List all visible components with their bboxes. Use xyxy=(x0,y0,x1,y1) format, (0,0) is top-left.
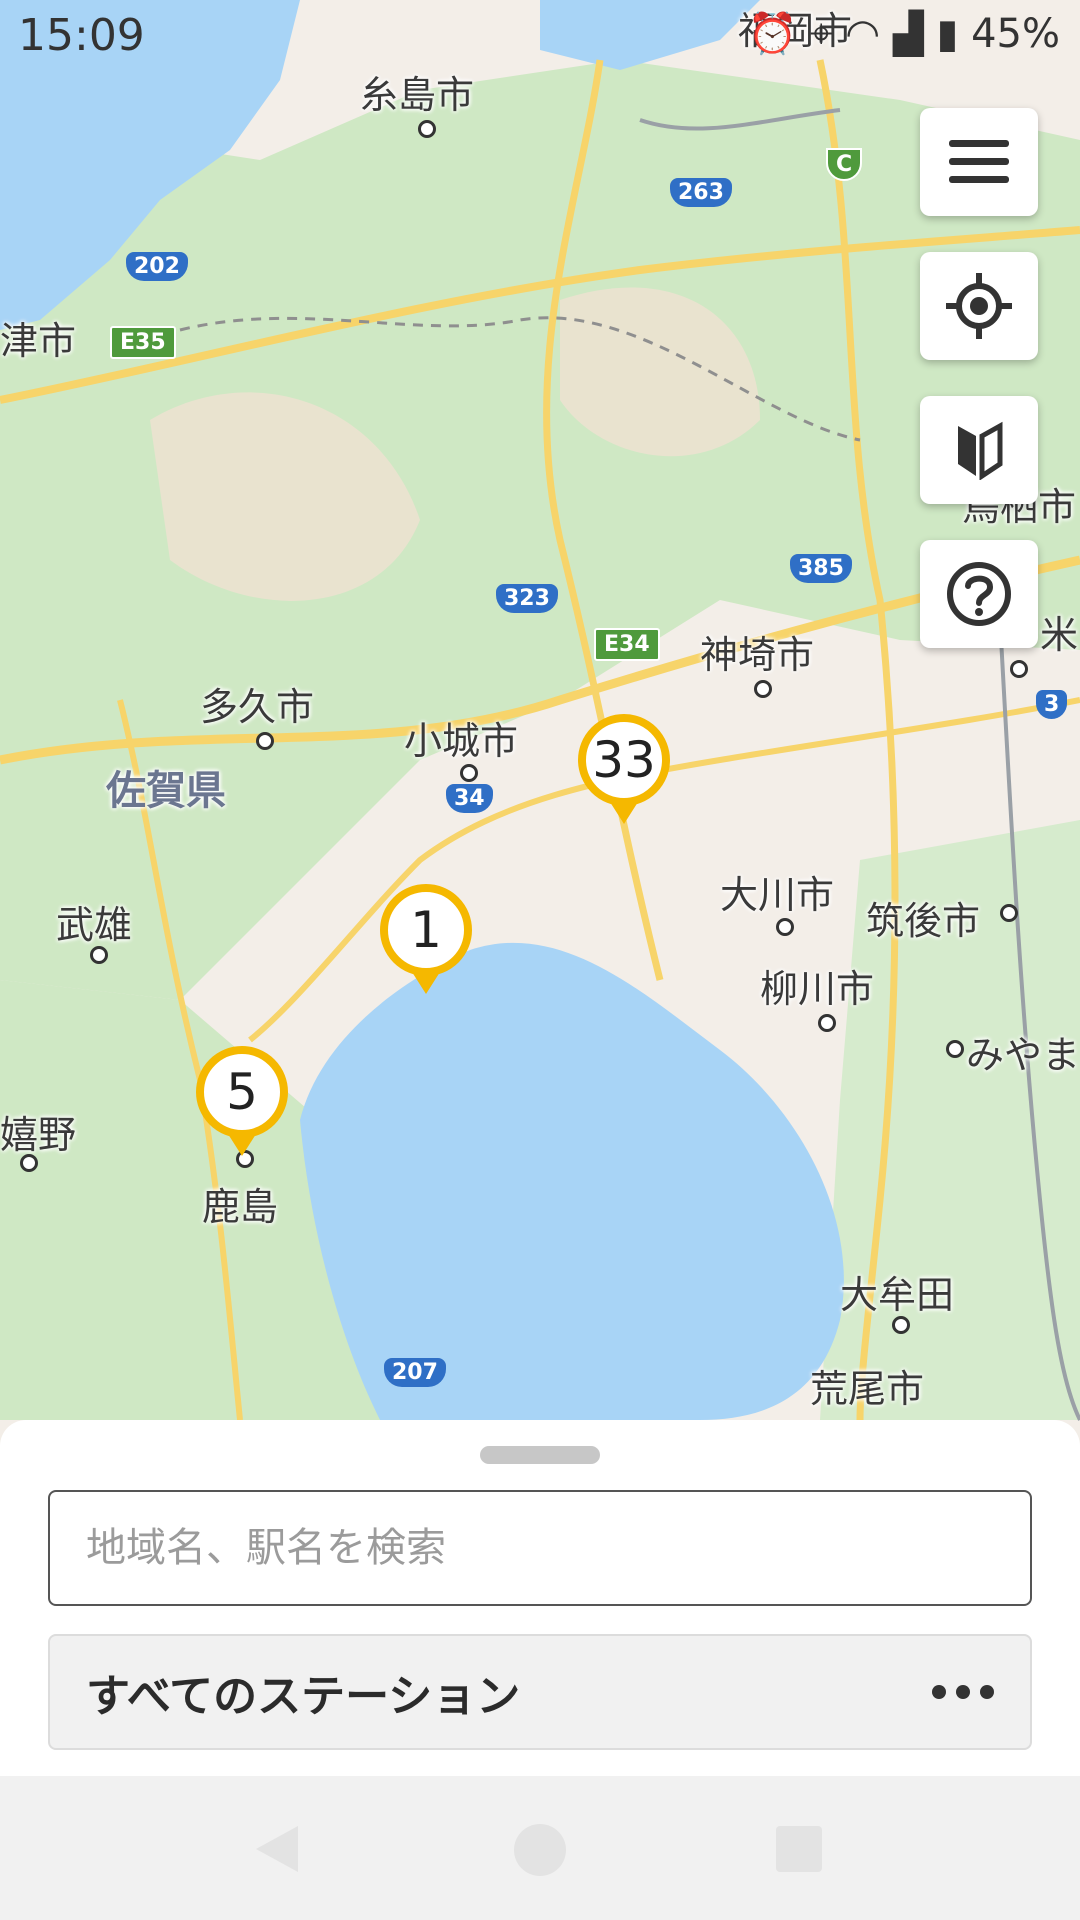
city-label-tsushi: 津市 xyxy=(0,319,77,363)
route-shield: 202 xyxy=(126,252,188,281)
city-label-kurume-fragment: 米 xyxy=(1040,613,1079,657)
city-dot xyxy=(90,946,108,964)
sheet-drag-handle[interactable] xyxy=(480,1446,600,1464)
city-dot xyxy=(1000,904,1018,922)
city-dot xyxy=(418,120,436,138)
city-dot xyxy=(776,918,794,936)
search-input[interactable] xyxy=(84,1524,1030,1572)
city-dot xyxy=(754,680,772,698)
menu-icon xyxy=(949,140,1009,183)
city-label-omuta: 大牟田 xyxy=(840,1273,955,1317)
city-label-arao: 荒尾市 xyxy=(810,1367,925,1411)
city-label-okawa: 大川市 xyxy=(720,873,835,917)
route-shield: 385 xyxy=(790,554,852,583)
wifi-icon: ◠ xyxy=(845,11,881,57)
map-base-layer xyxy=(0,0,1080,1421)
city-dot xyxy=(20,1154,38,1172)
search-box[interactable] xyxy=(48,1490,1032,1606)
city-label-takeo: 武雄 xyxy=(56,903,133,947)
city-dot xyxy=(818,1014,836,1032)
beginner-mark-icon xyxy=(958,421,1003,480)
help-button[interactable] xyxy=(920,540,1038,648)
station-cluster-marker[interactable]: 1 xyxy=(380,884,472,976)
station-filter-label: すべてのステーション xyxy=(86,1671,521,1722)
city-dot xyxy=(256,732,274,750)
city-label-taku: 多久市 xyxy=(200,685,315,729)
city-label-ogi: 小城市 xyxy=(404,719,519,763)
battery-percent: 45% xyxy=(971,11,1060,57)
home-icon[interactable] xyxy=(510,1820,570,1880)
city-dot xyxy=(1010,660,1028,678)
route-shield: 263 xyxy=(670,178,732,207)
location-status-icon: ⌖ xyxy=(810,11,833,57)
menu-button[interactable] xyxy=(920,108,1038,216)
prefecture-label-saga: 佐賀県 xyxy=(106,768,226,814)
more-options-icon[interactable] xyxy=(932,1685,994,1699)
city-label-miyama: みやま xyxy=(966,1033,1080,1077)
route-shield: 207 xyxy=(384,1358,446,1387)
status-time: 15:09 xyxy=(18,10,145,61)
help-icon xyxy=(947,562,1011,626)
city-dot xyxy=(460,764,478,782)
alarm-icon: ⏰ xyxy=(747,11,798,57)
city-label-chikugo: 筑後市 xyxy=(866,899,981,943)
back-icon[interactable] xyxy=(250,1822,304,1876)
city-dot xyxy=(946,1040,964,1058)
city-label-kanzaki: 神埼市 xyxy=(700,633,815,677)
recents-icon[interactable] xyxy=(774,1824,824,1874)
system-nav-bar xyxy=(0,1776,1080,1920)
city-label-itoshima: 糸島市 xyxy=(360,73,475,117)
expressway-shield: E35 xyxy=(110,326,176,359)
city-label-yanagawa: 柳川市 xyxy=(760,967,875,1011)
city-label-kashima: 鹿島 xyxy=(202,1185,279,1229)
status-icons: ⏰ ⌖ ◠ ▟ ▮ 45% xyxy=(747,10,1060,57)
expressway-shield: E34 xyxy=(594,628,660,661)
station-cluster-marker[interactable]: 33 xyxy=(578,714,670,806)
station-cluster-marker[interactable]: 5 xyxy=(196,1046,288,1138)
battery-icon: ▮ xyxy=(936,11,959,57)
map-view[interactable]: 糸島市 津市 福岡市 多久市 佐賀県 小城市 神埼市 鳥栖市 米 武雄 大川市 … xyxy=(0,0,1080,1440)
city-label-ureshino: 嬉野 xyxy=(0,1113,77,1157)
my-location-icon xyxy=(946,273,1012,339)
bottom-sheet: すべてのステーション xyxy=(0,1420,1080,1780)
route-shield: 323 xyxy=(496,584,558,613)
station-filter-button[interactable]: すべてのステーション xyxy=(48,1634,1032,1750)
city-dot xyxy=(892,1316,910,1334)
my-location-button[interactable] xyxy=(920,252,1038,360)
route-shield: 34 xyxy=(446,784,493,813)
beginner-mode-button[interactable] xyxy=(920,396,1038,504)
status-bar: 15:09 ⏰ ⌖ ◠ ▟ ▮ 45% xyxy=(0,0,1080,72)
signal-icon: ▟ xyxy=(892,11,924,57)
